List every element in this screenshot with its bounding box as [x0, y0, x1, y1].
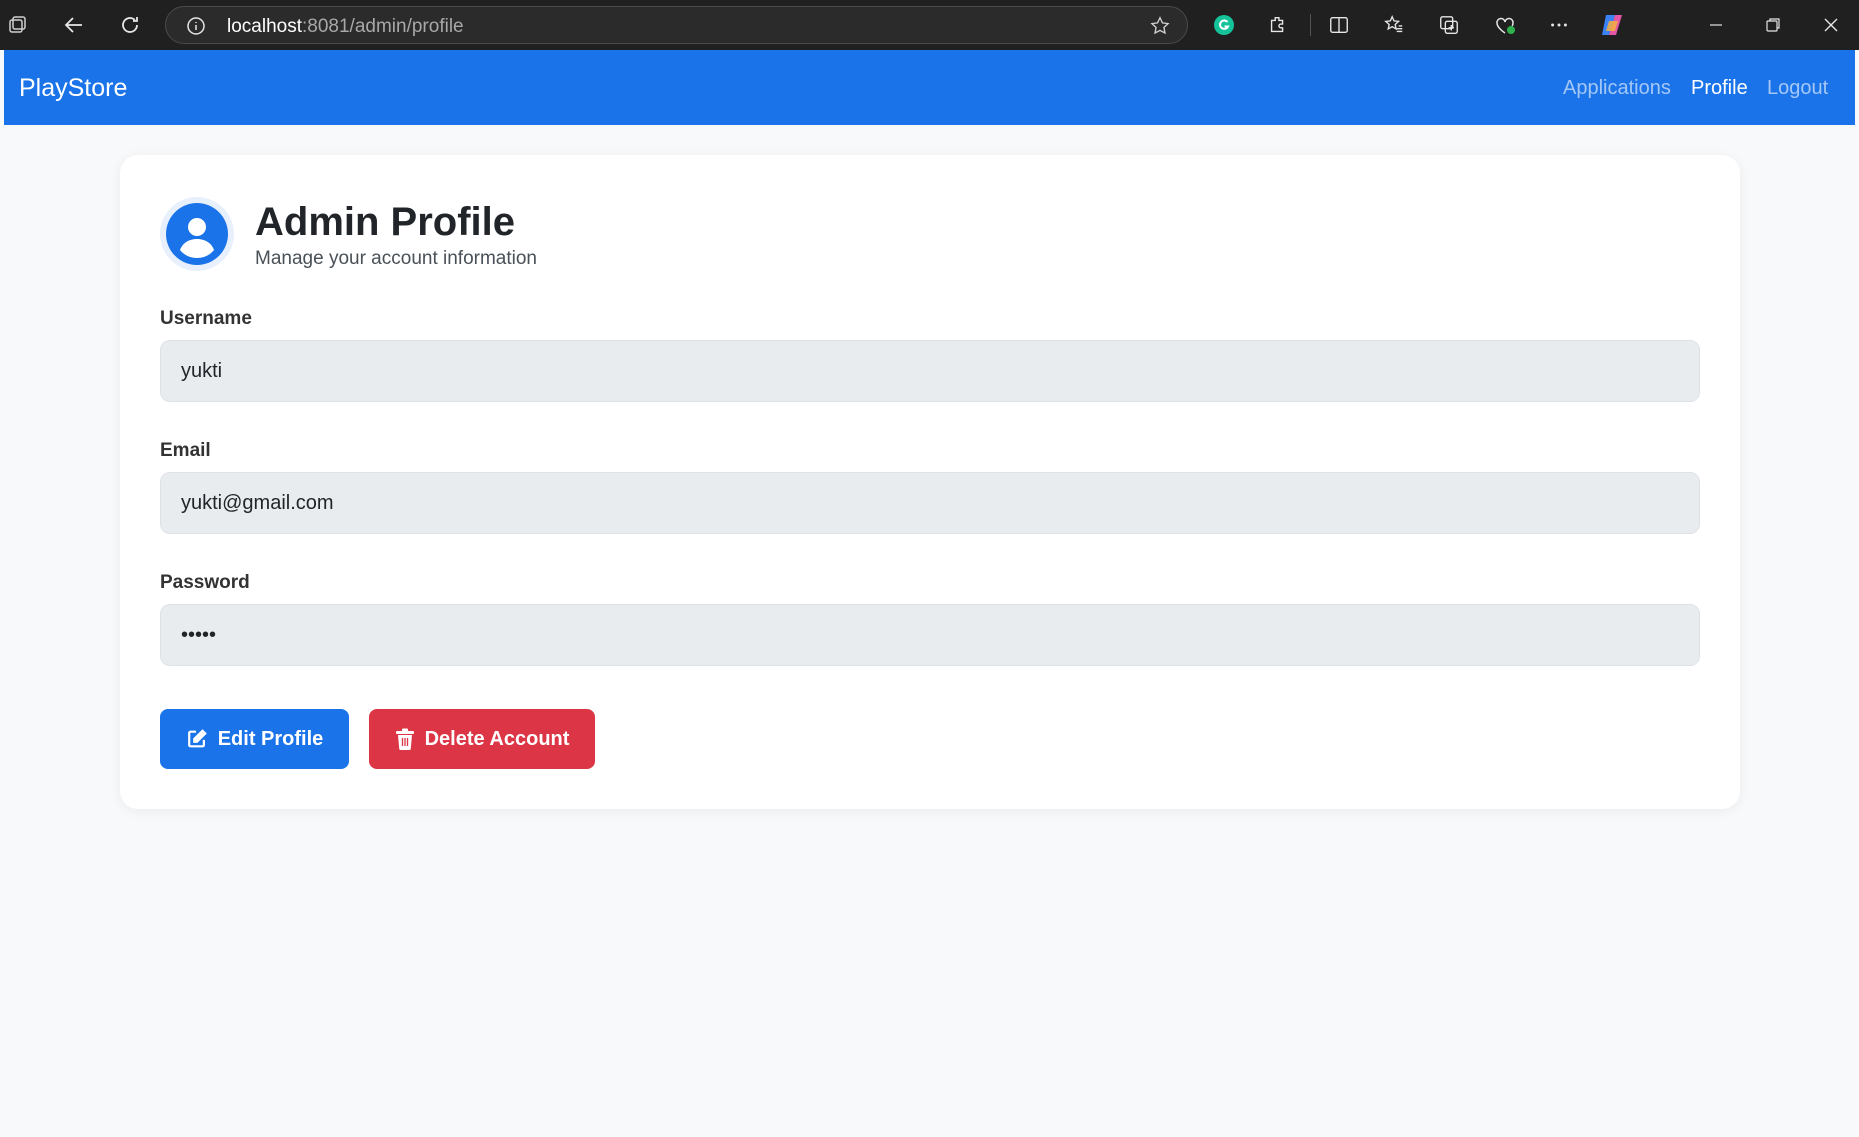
copilot-icon[interactable]	[1596, 9, 1628, 41]
more-options-icon[interactable]	[1543, 9, 1575, 41]
tab-actions-icon[interactable]	[2, 9, 34, 41]
nav-link-profile[interactable]: Profile	[1691, 77, 1748, 100]
close-window-icon[interactable]	[1815, 9, 1847, 41]
restore-icon[interactable]	[1757, 9, 1789, 41]
brand-link[interactable]: PlayStore	[19, 74, 127, 103]
url-path: :8081/admin/profile	[302, 16, 464, 37]
browser-essentials-icon[interactable]	[1489, 9, 1521, 41]
edit-profile-label: Edit Profile	[217, 727, 324, 750]
url-host: localhost	[227, 16, 302, 37]
back-icon[interactable]	[58, 9, 90, 41]
favorites-icon[interactable]	[1378, 9, 1410, 41]
page-viewport: PlayStore Applications Profile Logout Ad…	[4, 50, 1855, 1133]
grammarly-icon[interactable]	[1208, 9, 1240, 41]
collections-icon[interactable]	[1433, 9, 1465, 41]
refresh-icon[interactable]	[114, 9, 146, 41]
navbar: PlayStore Applications Profile Logout	[4, 50, 1855, 125]
profile-card: Admin Profile Manage your account inform…	[120, 155, 1740, 809]
favorite-star-icon[interactable]	[1149, 15, 1171, 42]
split-screen-icon[interactable]	[1323, 9, 1355, 41]
url-text: localhost:8081/admin/profile	[227, 16, 464, 38]
avatar	[160, 197, 234, 271]
username-field[interactable]	[160, 340, 1700, 402]
password-label: Password	[160, 572, 250, 593]
delete-account-button[interactable]: Delete Account	[369, 709, 595, 769]
email-field[interactable]	[160, 472, 1700, 534]
page-title: Admin Profile	[255, 200, 516, 244]
toolbar-divider	[1310, 14, 1311, 36]
edit-profile-button[interactable]: Edit Profile	[160, 709, 349, 769]
page-subtitle: Manage your account information	[255, 248, 537, 269]
nav-link-applications[interactable]: Applications	[1563, 77, 1671, 100]
delete-account-label: Delete Account	[424, 727, 570, 750]
password-field[interactable]	[160, 604, 1700, 666]
browser-toolbar: localhost:8081/admin/profile	[0, 0, 1859, 50]
extensions-icon[interactable]	[1262, 9, 1294, 41]
edit-icon	[187, 729, 207, 748]
nav-link-logout[interactable]: Logout	[1767, 77, 1828, 100]
username-label: Username	[160, 308, 252, 329]
address-bar[interactable]: localhost:8081/admin/profile	[165, 6, 1188, 44]
user-circle-icon	[166, 203, 228, 265]
minimize-icon[interactable]	[1700, 9, 1732, 41]
trash-icon	[395, 728, 414, 750]
email-label: Email	[160, 440, 211, 461]
info-icon[interactable]	[186, 16, 206, 41]
